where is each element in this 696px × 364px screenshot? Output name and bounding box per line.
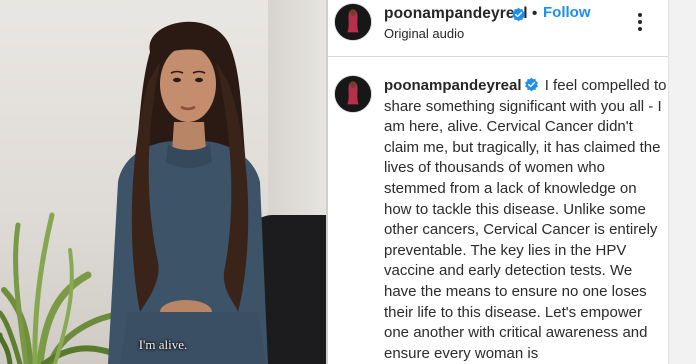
- post-caption: poonampandeyreal I feel compelled to sha…: [384, 76, 668, 364]
- separator-dot: •: [532, 5, 538, 22]
- video-subtitle: I'm alive.: [138, 337, 188, 352]
- verified-badge-icon: [512, 7, 525, 22]
- page-margin: [668, 0, 696, 364]
- header-divider: [328, 56, 668, 57]
- woman-figure: [108, 21, 268, 364]
- caption-text: I feel compelled to share something sign…: [384, 77, 667, 362]
- caption-avatar[interactable]: [334, 75, 372, 113]
- follow-button[interactable]: Follow: [543, 4, 591, 21]
- verified-badge-icon: [524, 77, 538, 92]
- avatar[interactable]: [334, 3, 372, 41]
- instagram-post-panel: poonampandeyreal • Follow Original audio…: [328, 0, 668, 364]
- profile-photo-icon: [335, 4, 371, 40]
- post-author-username[interactable]: poonampandeyreal: [384, 5, 528, 23]
- original-audio-link[interactable]: Original audio: [384, 26, 464, 41]
- profile-photo-icon: [335, 76, 371, 112]
- caption-username[interactable]: poonampandeyreal: [384, 77, 522, 94]
- video-player[interactable]: I'm alive.: [0, 0, 326, 364]
- more-options-icon[interactable]: [630, 12, 650, 32]
